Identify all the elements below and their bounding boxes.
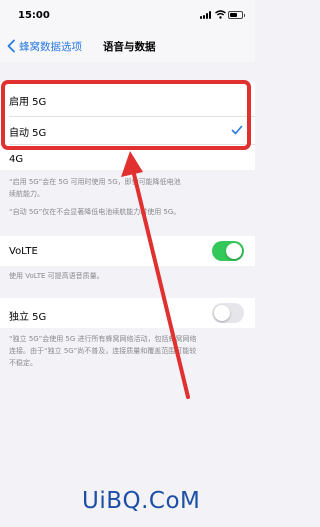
watermark: UiBQ.CoM [82, 488, 201, 514]
annotation-arrow [121, 151, 190, 399]
